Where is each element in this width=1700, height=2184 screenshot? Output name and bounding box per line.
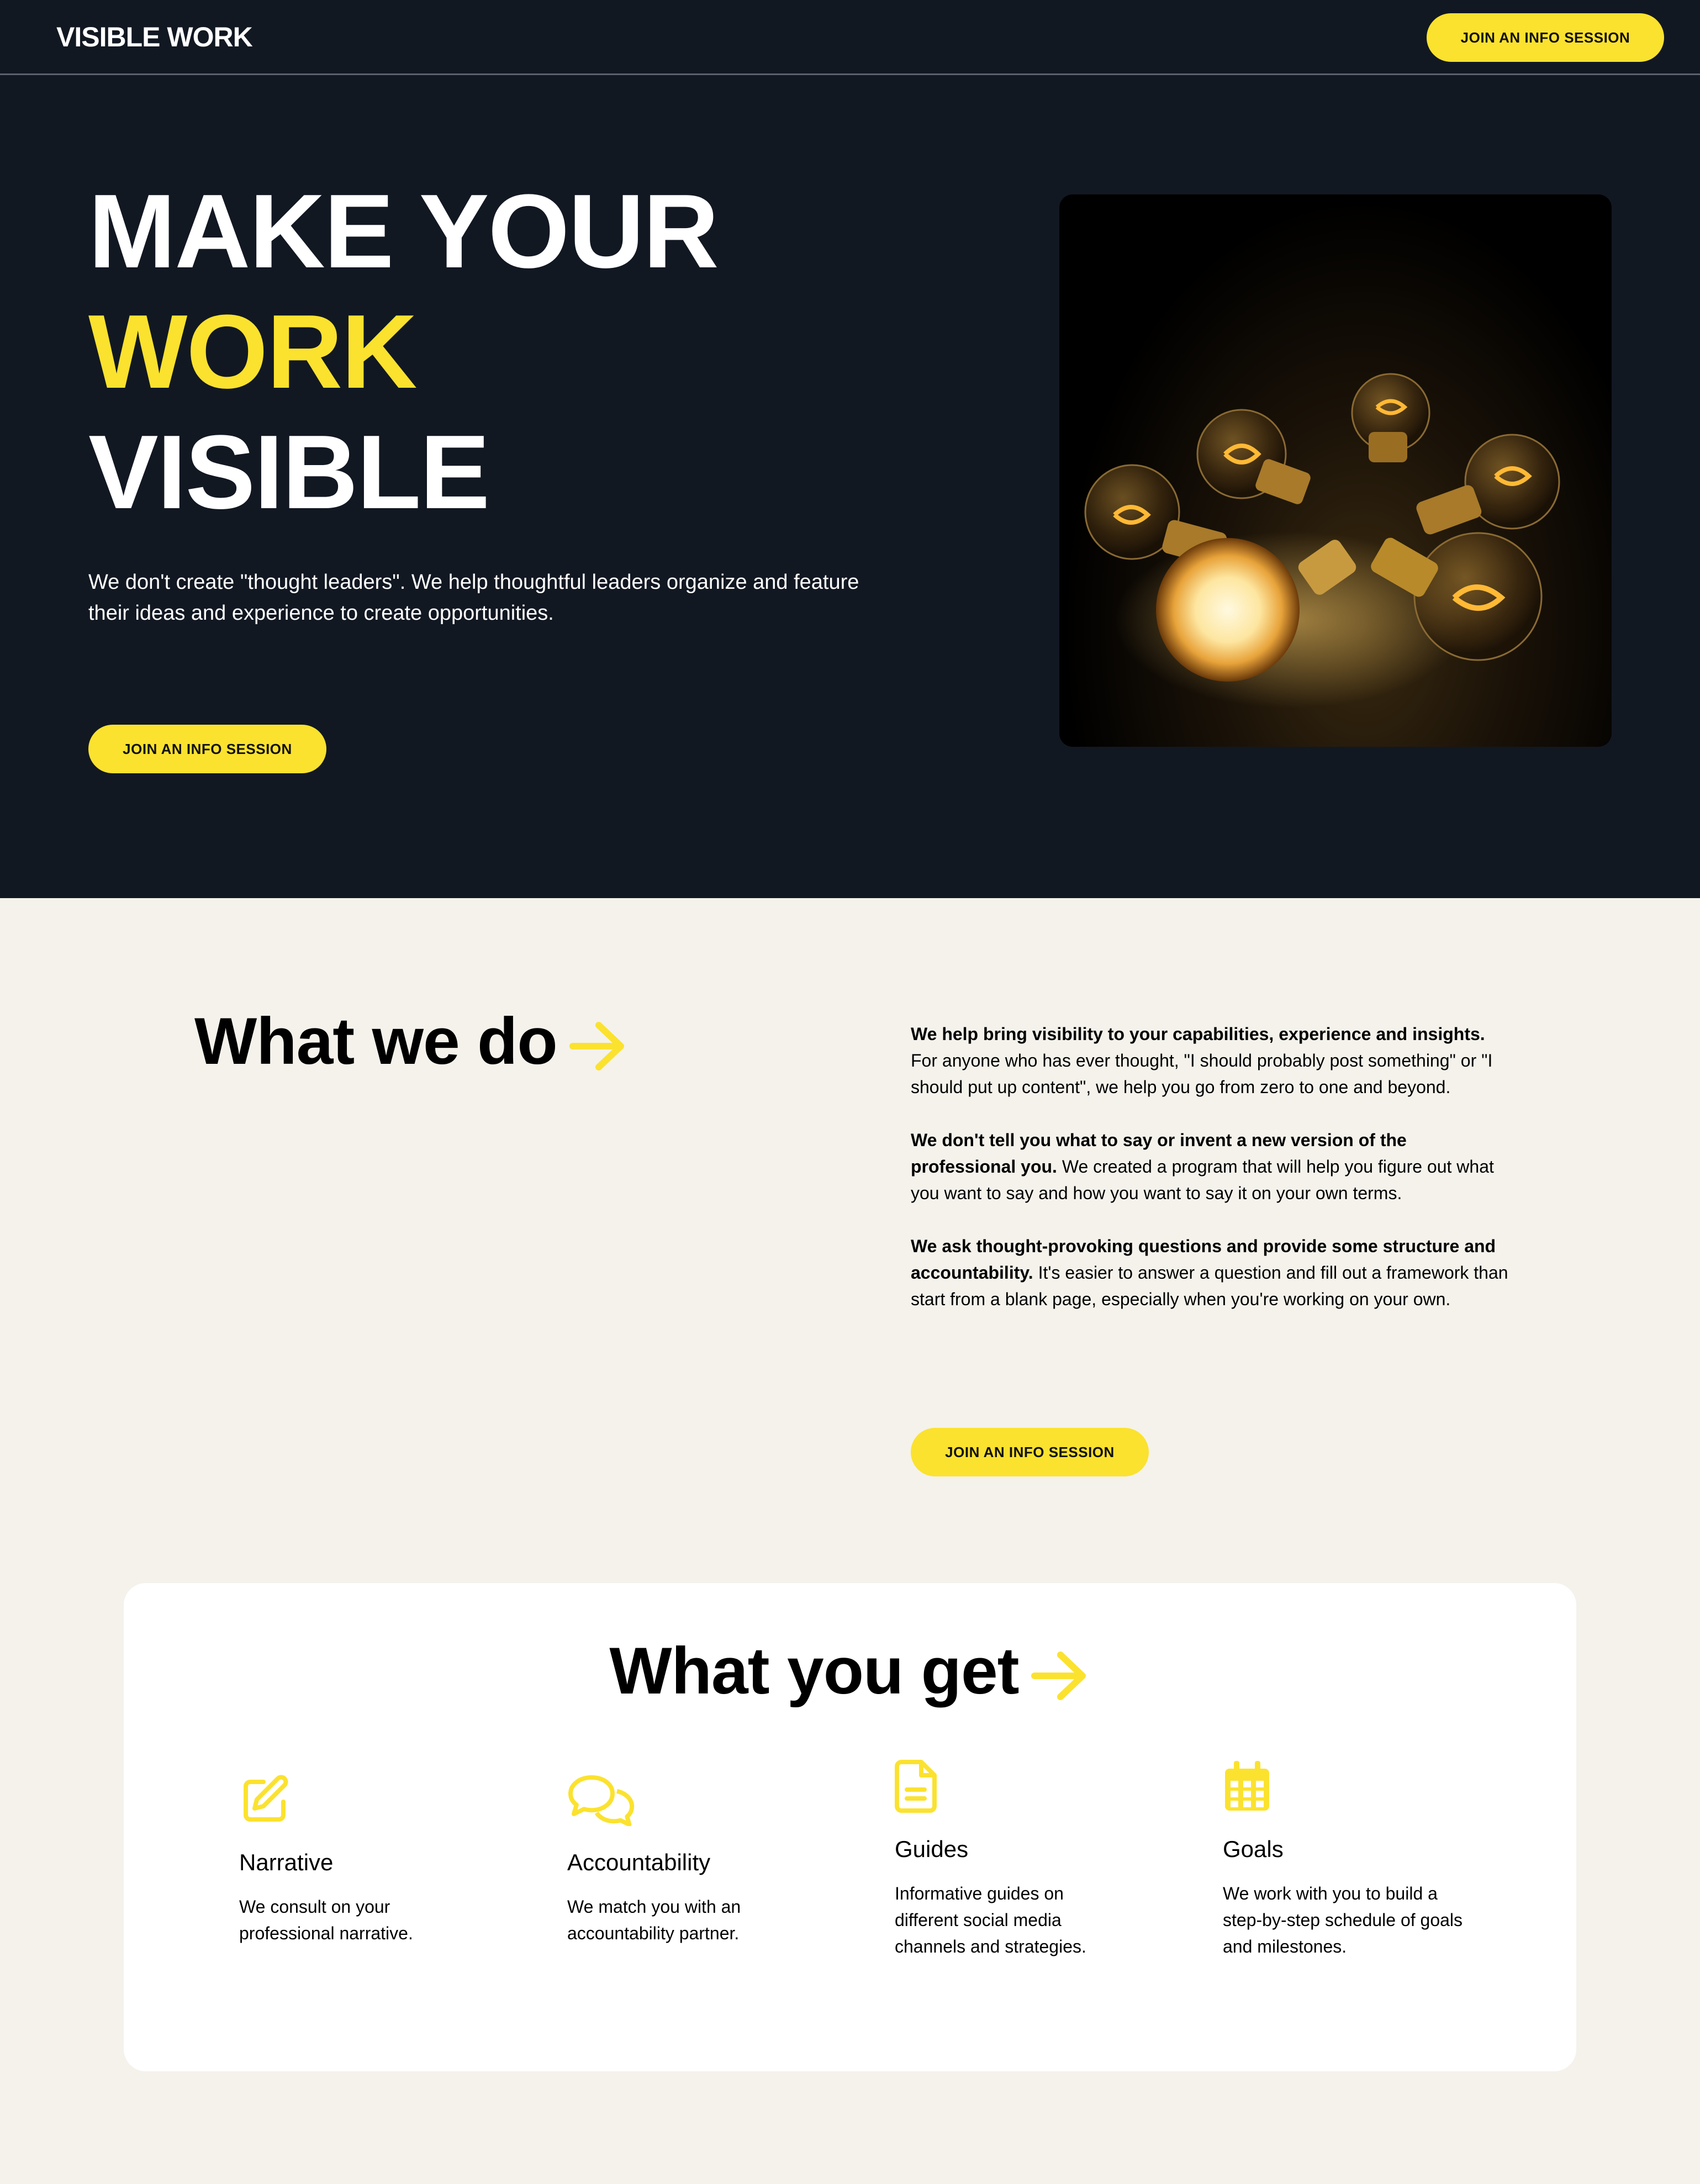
hero-headline: MAKE YOUR WORK VISIBLE <box>88 171 719 532</box>
feature-narrative: Narrative We consult on your professiona… <box>239 1773 504 1946</box>
paragraph-1-lead: We help bring visibility to your capabil… <box>911 1024 1485 1044</box>
lightbulbs-illustration <box>1084 373 1560 708</box>
calendar-icon <box>1225 1761 1269 1811</box>
chat-icon <box>568 1775 635 1826</box>
what-you-get-heading: What you get <box>0 1629 1700 1712</box>
what-we-do-paragraph-2: We don't tell you what to say or invent … <box>911 1127 1513 1206</box>
document-icon <box>895 1760 937 1813</box>
feature-accountability-desc: We match you with an accountability part… <box>567 1897 741 1943</box>
feature-narrative-desc: We consult on your professional narrativ… <box>239 1897 413 1943</box>
lightbulbs-image <box>1059 194 1612 747</box>
what-we-do-title-text: What we do <box>194 1004 558 1078</box>
feature-accountability: Accountability We match you with an acco… <box>567 1773 832 1946</box>
what-we-do-heading: What we do <box>194 1000 629 1083</box>
headline-line-2: WORK <box>88 293 418 410</box>
site-logo[interactable]: VISIBLE WORK <box>56 21 253 53</box>
feature-guides-title: Guides <box>895 1836 969 1862</box>
feature-guides-desc: Informative guides on different social m… <box>895 1884 1086 1956</box>
feature-guides: Guides Informative guides on different s… <box>895 1760 1160 1960</box>
hero-section: VISIBLE WORK JOIN AN INFO SESSION MAKE Y… <box>0 0 1700 898</box>
paragraph-1-text: For anyone who has ever thought, "I shou… <box>911 1051 1493 1097</box>
feature-goals: Goals We work with you to build a step-b… <box>1223 1760 1488 1960</box>
what-we-do-body: We help bring visibility to your capabil… <box>911 1021 1513 1339</box>
what-we-do-paragraph-1: We help bring visibility to your capabil… <box>911 1021 1513 1100</box>
hero-subtitle: We don't create "thought leaders". We he… <box>88 571 859 625</box>
feature-accountability-title: Accountability <box>567 1849 711 1875</box>
edit-icon <box>244 1775 288 1822</box>
headline-line-1: MAKE YOUR <box>88 173 719 290</box>
feature-narrative-title: Narrative <box>239 1849 334 1875</box>
arrow-right-icon <box>1031 1652 1086 1701</box>
what-you-get-title-text: What you get <box>609 1634 1019 1708</box>
nav-info-session-button[interactable]: JOIN AN INFO SESSION <box>1427 13 1664 62</box>
what-we-do-info-session-button[interactable]: JOIN AN INFO SESSION <box>911 1428 1149 1476</box>
feature-goals-desc: We work with you to build a step-by-step… <box>1223 1884 1463 1956</box>
arrow-right-icon <box>569 1022 624 1071</box>
feature-goals-title: Goals <box>1223 1836 1284 1862</box>
hero-info-session-button[interactable]: JOIN AN INFO SESSION <box>88 725 326 773</box>
headline-line-3: VISIBLE <box>88 414 490 531</box>
what-we-do-paragraph-3: We ask thought-provoking questions and p… <box>911 1233 1513 1312</box>
top-navbar: VISIBLE WORK JOIN AN INFO SESSION <box>0 0 1700 75</box>
